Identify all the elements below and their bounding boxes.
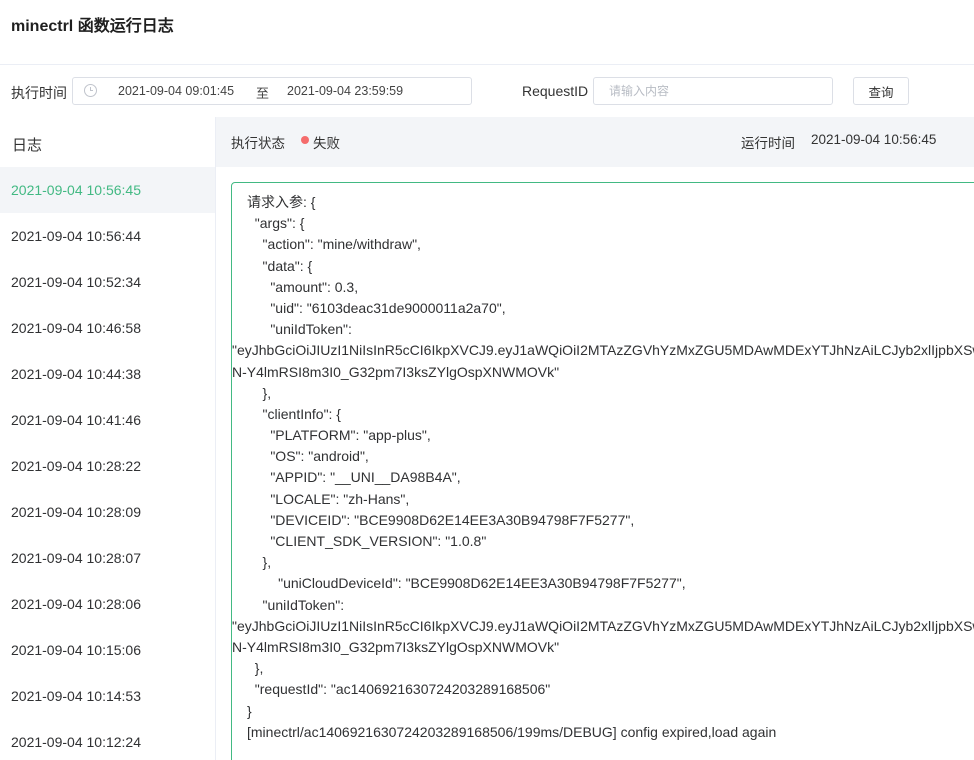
exec-time-label: 执行时间 [11,85,67,101]
runtime-label: 运行时间 [741,136,795,151]
filter-bar: 执行时间 2021-09-04 09:01:45 至 2021-09-04 23… [0,65,974,117]
log-line: "eyJhbGciOiJIUzI1NiIsInR5cCI6IkpXVCJ9.ey… [232,617,974,634]
status-label: 执行状态 [231,136,285,151]
log-line: "CLIENT_SDK_VERSION": "1.0.8" [247,533,487,549]
log-line: "uniIdToken": [247,321,352,338]
log-line: N-Y4lmRSI8m3I0_G32pm7I3ksZYlgOspXNWMOVk" [232,363,560,380]
log-line: "LOCALE": "zh-Hans", [247,490,410,507]
status-bar: 执行状态 失败 运行时间 2021-09-04 10:56:45 [216,117,974,167]
log-line: "uniIdToken": [247,596,345,613]
log-list-item[interactable]: 2021-09-04 10:28:07 [0,535,215,581]
date-range-picker[interactable]: 2021-09-04 09:01:45 至 2021-09-04 23:59:5… [72,77,472,105]
start-time-value[interactable]: 2021-09-04 09:01:45 [118,84,234,98]
log-line: 请求入参: { [247,194,316,210]
log-line: "eyJhbGciOiJIUzI1NiIsInR5cCI6IkpXVCJ9.ey… [232,342,974,359]
log-line: "PLATFORM": "app-plus", [247,427,431,444]
status-text: 失败 [313,136,340,151]
log-line: "args": { [247,215,305,232]
log-list-item[interactable]: 2021-09-04 10:12:24 [0,719,215,760]
log-line: "APPID": "__UNI__DA98B4A", [247,469,461,486]
request-id-label: RequestID [522,83,589,99]
log-sidebar: 日志 2021-09-04 10:56:45 2021-09-04 10:56:4… [0,117,216,760]
log-line: "action": "mine/withdraw", [247,236,421,253]
runtime-value: 2021-09-04 10:56:45 [811,132,937,147]
query-button[interactable]: 查询 [853,77,909,105]
log-content-panel[interactable]: 请求入参: { "args": { "action": "mine/withdr… [231,182,974,760]
clock-icon [84,84,97,97]
log-list-item[interactable]: 2021-09-04 10:56:44 [0,213,215,259]
range-separator: 至 [256,86,270,101]
log-list-item[interactable]: 2021-09-04 10:46:58 [0,305,215,351]
title-bar: minectrl 函数运行日志 [0,0,974,65]
log-line: "clientInfo": { [247,405,341,422]
log-line: "DEVICEID": "BCE9908D62E14EE3A30B94798F7… [247,511,635,528]
log-list-item[interactable]: 2021-09-04 10:56:45 [0,167,215,213]
log-line: }, [247,384,272,401]
log-line: [minectrl/ac1406921630724203289168506/19… [247,723,777,740]
log-line: N-Y4lmRSI8m3I0_G32pm7I3ksZYlgOspXNWMOVk" [232,638,560,655]
request-id-input[interactable] [593,77,833,105]
status-dot-icon [301,136,309,144]
log-line: "requestId": "ac140692163072420328916850… [247,681,551,698]
end-time-value[interactable]: 2021-09-04 23:59:59 [287,84,403,98]
log-list-item[interactable]: 2021-09-04 10:15:06 [0,627,215,673]
log-list-item[interactable]: 2021-09-04 10:28:09 [0,489,215,535]
log-line: "uniCloudDeviceId": "BCE9908D62E14EE3A30… [247,575,686,592]
page-title: minectrl 函数运行日志 [11,18,174,35]
log-line: }, [247,660,264,677]
log-list-item[interactable]: 2021-09-04 10:52:34 [0,259,215,305]
log-list-item[interactable]: 2021-09-04 10:14:53 [0,673,215,719]
log-list-item[interactable]: 2021-09-04 10:41:46 [0,397,215,443]
log-line: "OS": "android", [247,448,369,465]
log-list-item[interactable]: 2021-09-04 10:28:06 [0,581,215,627]
log-line: }, [247,554,272,571]
log-line: "amount": 0.3, [247,278,359,295]
sidebar-header: 日志 [12,137,43,154]
log-list: 2021-09-04 10:56:45 2021-09-04 10:56:44 20… [0,167,215,760]
log-line: "uid": "6103deac31de9000011a2a70", [247,299,506,316]
log-list-item[interactable]: 2021-09-04 10:44:38 [0,351,215,397]
log-list-item[interactable]: 2021-09-04 10:28:22 [0,443,215,489]
log-line: "data": { [247,257,313,274]
log-line: } [247,702,252,719]
